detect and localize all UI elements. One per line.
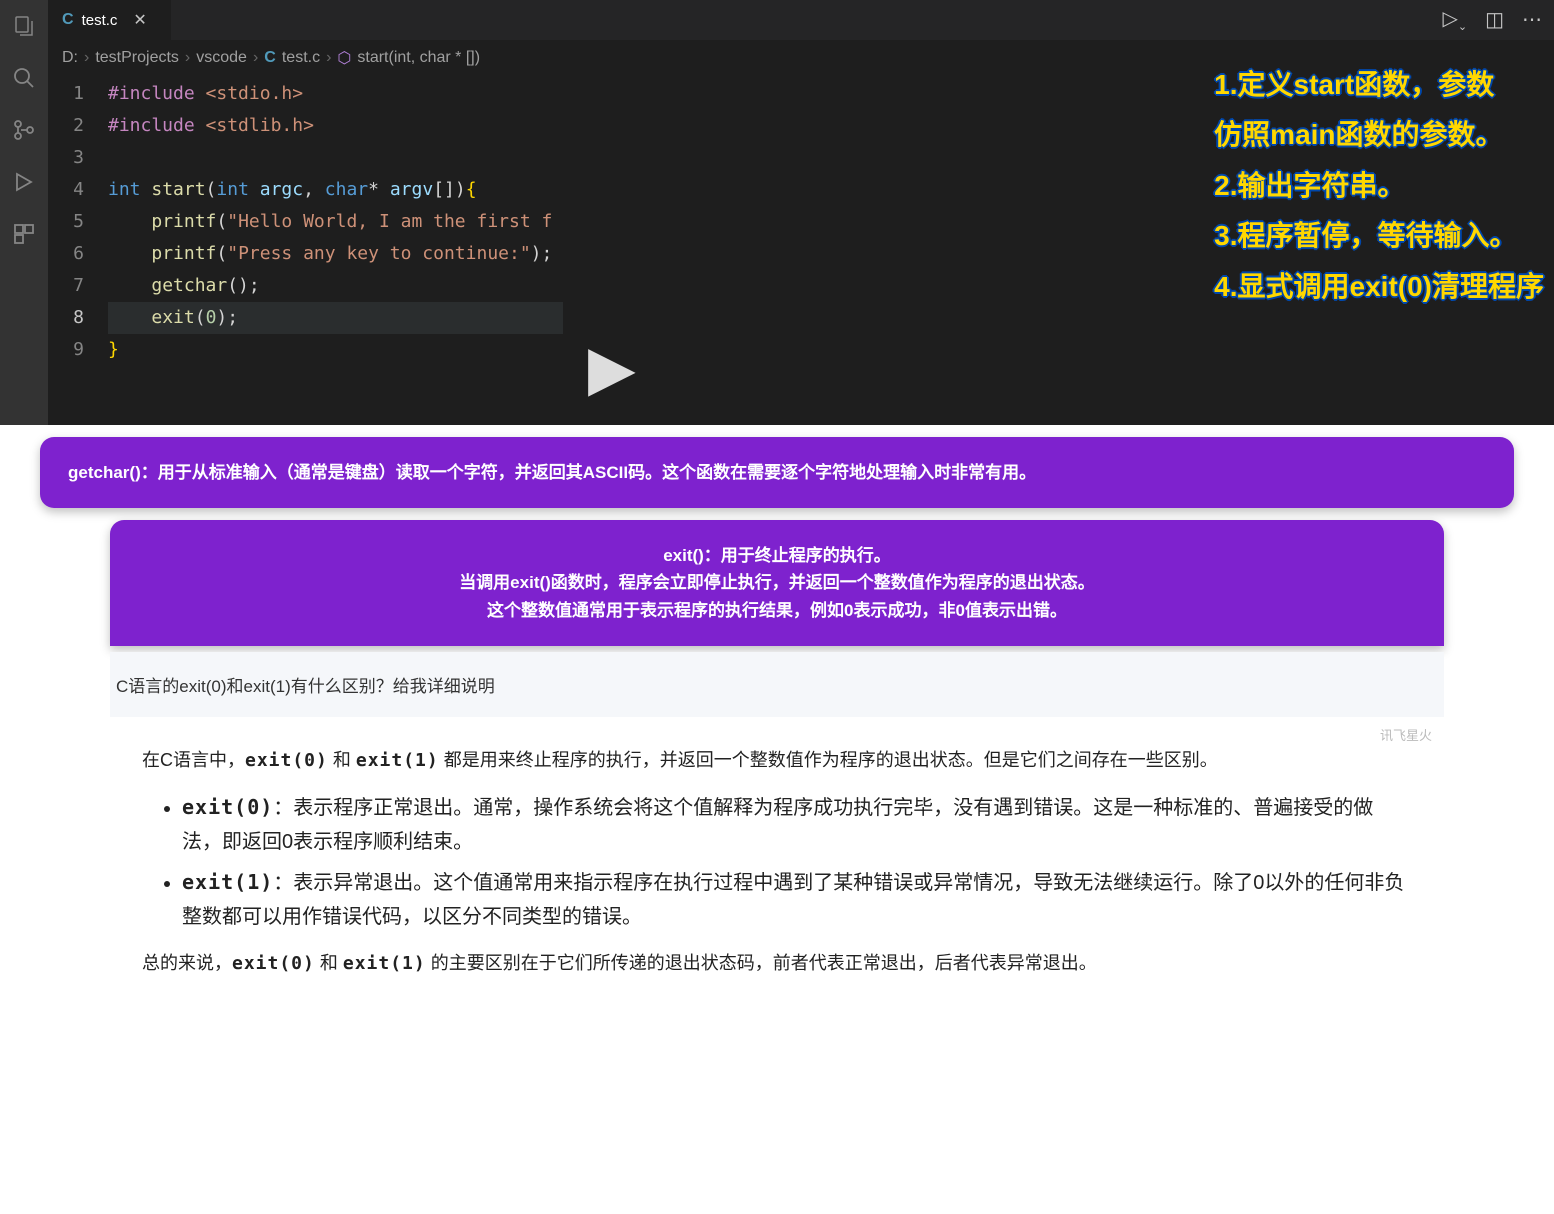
chevron-right-icon: › bbox=[253, 49, 258, 67]
answer-summary: 总的来说，exit(0) 和 exit(1) 的主要区别在于它们所传递的退出状态… bbox=[142, 948, 1412, 980]
tab-filename: test.c bbox=[82, 12, 118, 29]
answer-intro: 在C语言中，exit(0) 和 exit(1) 都是用来终止程序的执行，并返回一… bbox=[142, 745, 1412, 777]
editor-actions: ▷⌄ ◫ ⋯ bbox=[1442, 6, 1542, 33]
tutorial-annotations: 1.定义start函数，参数 仿照main函数的参数。 2.输出字符串。 3.程… bbox=[1214, 60, 1544, 312]
line-number: 6 bbox=[48, 238, 84, 270]
tab-test-c[interactable]: C test.c ✕ bbox=[48, 0, 171, 40]
code-content[interactable]: #include <stdio.h> #include <stdlib.h> i… bbox=[108, 76, 563, 366]
line-number: 1 bbox=[48, 78, 84, 110]
c-lang-icon: C bbox=[62, 11, 74, 29]
exit-desc-line: 这个整数值通常用于表示程序的执行结果，例如0表示成功，非0值表示出错。 bbox=[138, 597, 1416, 624]
close-icon[interactable]: ✕ bbox=[133, 10, 146, 30]
c-lang-icon: C bbox=[264, 49, 276, 67]
split-icon[interactable]: ◫ bbox=[1485, 7, 1504, 32]
ai-watermark: 讯飞星火 bbox=[1380, 725, 1432, 747]
search-icon[interactable] bbox=[10, 64, 38, 92]
annotation-line: 2.输出字符串。 bbox=[1214, 161, 1544, 211]
breadcrumb-file: test.c bbox=[282, 49, 320, 67]
breadcrumb-folder: testProjects bbox=[95, 49, 179, 67]
breadcrumb-drive: D: bbox=[62, 49, 78, 67]
chevron-right-icon: › bbox=[185, 49, 190, 67]
files-icon[interactable] bbox=[10, 12, 38, 40]
breadcrumb-folder: vscode bbox=[196, 49, 247, 67]
annotation-line: 1.定义start函数，参数 bbox=[1214, 60, 1544, 110]
vscode-editor: C test.c ✕ ▷⌄ ◫ ⋯ D: › testProjects › vs… bbox=[0, 0, 1554, 425]
list-item: exit(0)：表示程序正常退出。通常，操作系统会将这个值解释为程序成功执行完毕… bbox=[182, 790, 1412, 859]
info-box-getchar: getchar()：用于从标准输入（通常是键盘）读取一个字符，并返回其ASCII… bbox=[40, 437, 1514, 508]
chat-panel: C语言的exit(0)和exit(1)有什么区别？给我详细说明 讯飞星火 在C语… bbox=[110, 652, 1444, 1000]
line-number: 7 bbox=[48, 270, 84, 302]
line-number: 8 bbox=[48, 302, 84, 334]
video-play-icon[interactable]: ▶ bbox=[588, 331, 636, 404]
line-number: 4 bbox=[48, 174, 84, 206]
run-debug-icon[interactable] bbox=[10, 168, 38, 196]
extensions-icon[interactable] bbox=[10, 220, 38, 248]
annotation-line: 3.程序暂停，等待输入。 bbox=[1214, 211, 1544, 261]
line-number: 5 bbox=[48, 206, 84, 238]
info-box-exit: exit()：用于终止程序的执行。 当调用exit()函数时，程序会立即停止执行… bbox=[110, 520, 1444, 646]
chevron-right-icon: › bbox=[84, 49, 89, 67]
annotation-line: 仿照main函数的参数。 bbox=[1214, 110, 1544, 160]
run-icon[interactable]: ▷⌄ bbox=[1442, 6, 1467, 33]
list-item: exit(1)：表示异常退出。这个值通常用来指示程序在执行过程中遇到了某种错误或… bbox=[182, 865, 1412, 934]
breadcrumb-symbol: start(int, char * []) bbox=[357, 49, 480, 67]
exit-desc-line: 当调用exit()函数时，程序会立即停止执行，并返回一个整数值作为程序的退出状态… bbox=[138, 569, 1416, 596]
line-number: 3 bbox=[48, 142, 84, 174]
more-icon[interactable]: ⋯ bbox=[1522, 7, 1542, 32]
chat-answer: 讯飞星火 在C语言中，exit(0) 和 exit(1) 都是用来终止程序的执行… bbox=[110, 717, 1444, 1000]
annotation-line: 4.显式调用exit(0)清理程序 bbox=[1214, 262, 1544, 312]
answer-list: exit(0)：表示程序正常退出。通常，操作系统会将这个值解释为程序成功执行完毕… bbox=[182, 790, 1412, 934]
activity-bar bbox=[0, 0, 48, 425]
getchar-description: getchar()：用于从标准输入（通常是键盘）读取一个字符，并返回其ASCII… bbox=[68, 463, 1036, 482]
source-control-icon[interactable] bbox=[10, 116, 38, 144]
line-number: 2 bbox=[48, 110, 84, 142]
line-gutter: 1 2 3 4 5 6 7 8 9 bbox=[48, 76, 108, 366]
symbol-icon: ⬡ bbox=[337, 48, 351, 68]
line-number: 9 bbox=[48, 334, 84, 366]
chevron-right-icon: › bbox=[326, 49, 331, 67]
exit-desc-line: exit()：用于终止程序的执行。 bbox=[138, 542, 1416, 569]
chat-question: C语言的exit(0)和exit(1)有什么区别？给我详细说明 bbox=[110, 672, 1444, 717]
tab-bar: C test.c ✕ ▷⌄ ◫ ⋯ bbox=[48, 0, 1554, 40]
